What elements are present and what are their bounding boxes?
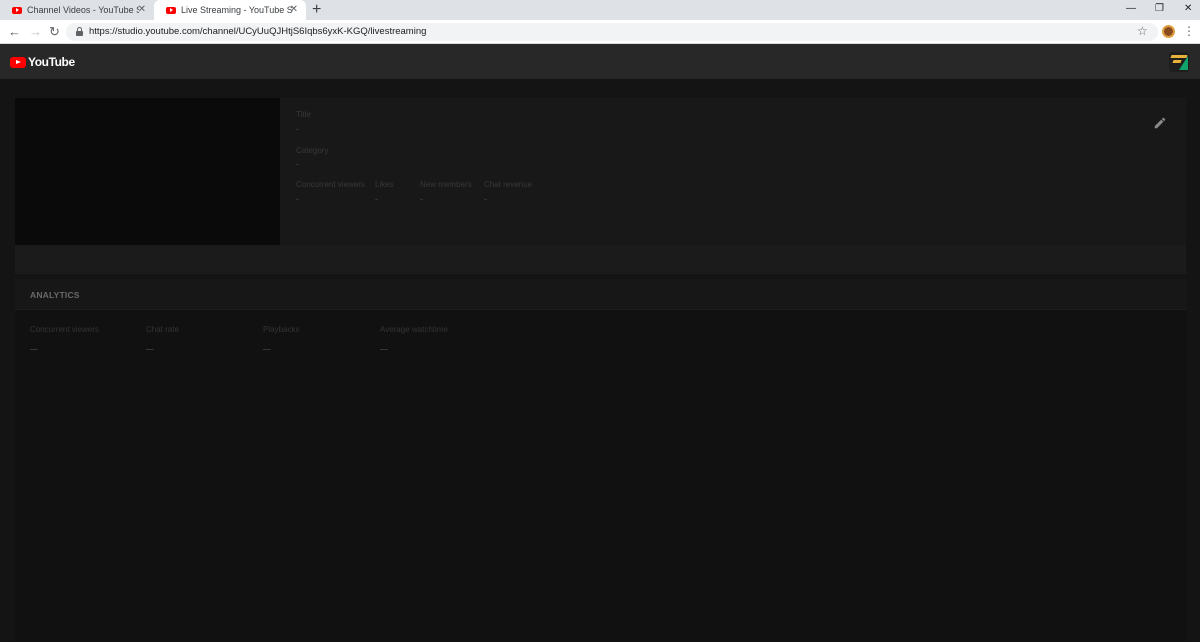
analytics-heading: ANALYTICS <box>30 290 80 300</box>
stat-label-new-members: New members <box>420 180 472 189</box>
browser-toolbar: ← → ↻ https://studio.youtube.com/channel… <box>0 20 1200 44</box>
browser-tab-live-streaming[interactable]: Live Streaming - YouTube Studio ✕ <box>154 0 306 20</box>
title-label: Title <box>296 110 311 119</box>
tab-title: Channel Videos - YouTube Studio <box>27 5 139 15</box>
category-label: Category <box>296 146 329 155</box>
lock-icon <box>76 27 83 36</box>
back-button[interactable]: ← <box>8 24 21 40</box>
stat-value-likes: - <box>375 194 378 204</box>
title-value: - <box>296 124 299 134</box>
metric-value-chat-rate: – <box>146 340 154 356</box>
stream-preview <box>15 98 280 245</box>
forward-button[interactable]: → <box>29 24 42 40</box>
browser-tab-channel-videos[interactable]: Channel Videos - YouTube Studio ✕ <box>0 0 154 20</box>
restore-button[interactable]: ❐ <box>1155 2 1164 16</box>
metric-label-chat-rate: Chat rate <box>146 325 179 334</box>
url-text: https://studio.youtube.com/channel/UCyUu… <box>89 26 427 37</box>
youtube-logo[interactable]: YouTube <box>10 55 75 69</box>
tab-close-icon[interactable]: ✕ <box>290 4 298 16</box>
stat-value-new-members: - <box>420 194 423 204</box>
browser-tab-strip: Channel Videos - YouTube Studio ✕ Live S… <box>0 0 1200 20</box>
stat-label-likes: Likes <box>375 180 394 189</box>
tab-close-icon[interactable]: ✕ <box>138 4 146 16</box>
category-value: - <box>296 159 299 169</box>
stat-label-concurrent-viewers: Concurrent viewers <box>296 180 365 189</box>
analytics-card <box>15 279 1186 642</box>
pencil-icon[interactable] <box>1153 116 1167 130</box>
stream-status-strip <box>15 245 1186 274</box>
stat-value-concurrent-viewers: - <box>296 194 299 204</box>
stat-value-chat-revenue: - <box>484 194 487 204</box>
new-tab-button[interactable]: + <box>312 1 321 19</box>
metric-label-average-watchtime: Average watchtime <box>380 325 448 334</box>
stat-label-chat-revenue: Chat revenue <box>484 180 533 189</box>
profile-avatar[interactable] <box>1162 25 1175 38</box>
youtube-wordmark: YouTube <box>28 55 75 69</box>
stream-info-panel <box>280 98 1186 245</box>
metric-value-concurrent-viewers: – <box>30 340 38 356</box>
metric-label-playbacks: Playbacks <box>263 325 300 334</box>
youtube-favicon-icon <box>166 6 176 14</box>
minimize-button[interactable]: — <box>1126 2 1136 16</box>
metric-value-playbacks: – <box>263 340 271 356</box>
youtube-favicon-icon <box>12 6 22 14</box>
browser-menu-icon[interactable]: ⋮ <box>1183 23 1195 39</box>
youtube-play-icon <box>10 56 26 68</box>
bookmark-star-icon[interactable]: ☆ <box>1137 23 1148 39</box>
youtube-header: YouTube <box>0 44 1200 79</box>
tab-title: Live Streaming - YouTube Studio <box>181 5 293 15</box>
metric-label-concurrent-viewers: Concurrent viewers <box>30 325 99 334</box>
channel-avatar[interactable] <box>1169 52 1189 72</box>
analytics-header <box>15 279 1186 310</box>
reload-button[interactable]: ↻ <box>49 24 60 40</box>
close-window-button[interactable]: ✕ <box>1184 2 1192 16</box>
metric-value-average-watchtime: – <box>380 340 388 356</box>
address-bar[interactable]: https://studio.youtube.com/channel/UCyUu… <box>66 23 1158 41</box>
